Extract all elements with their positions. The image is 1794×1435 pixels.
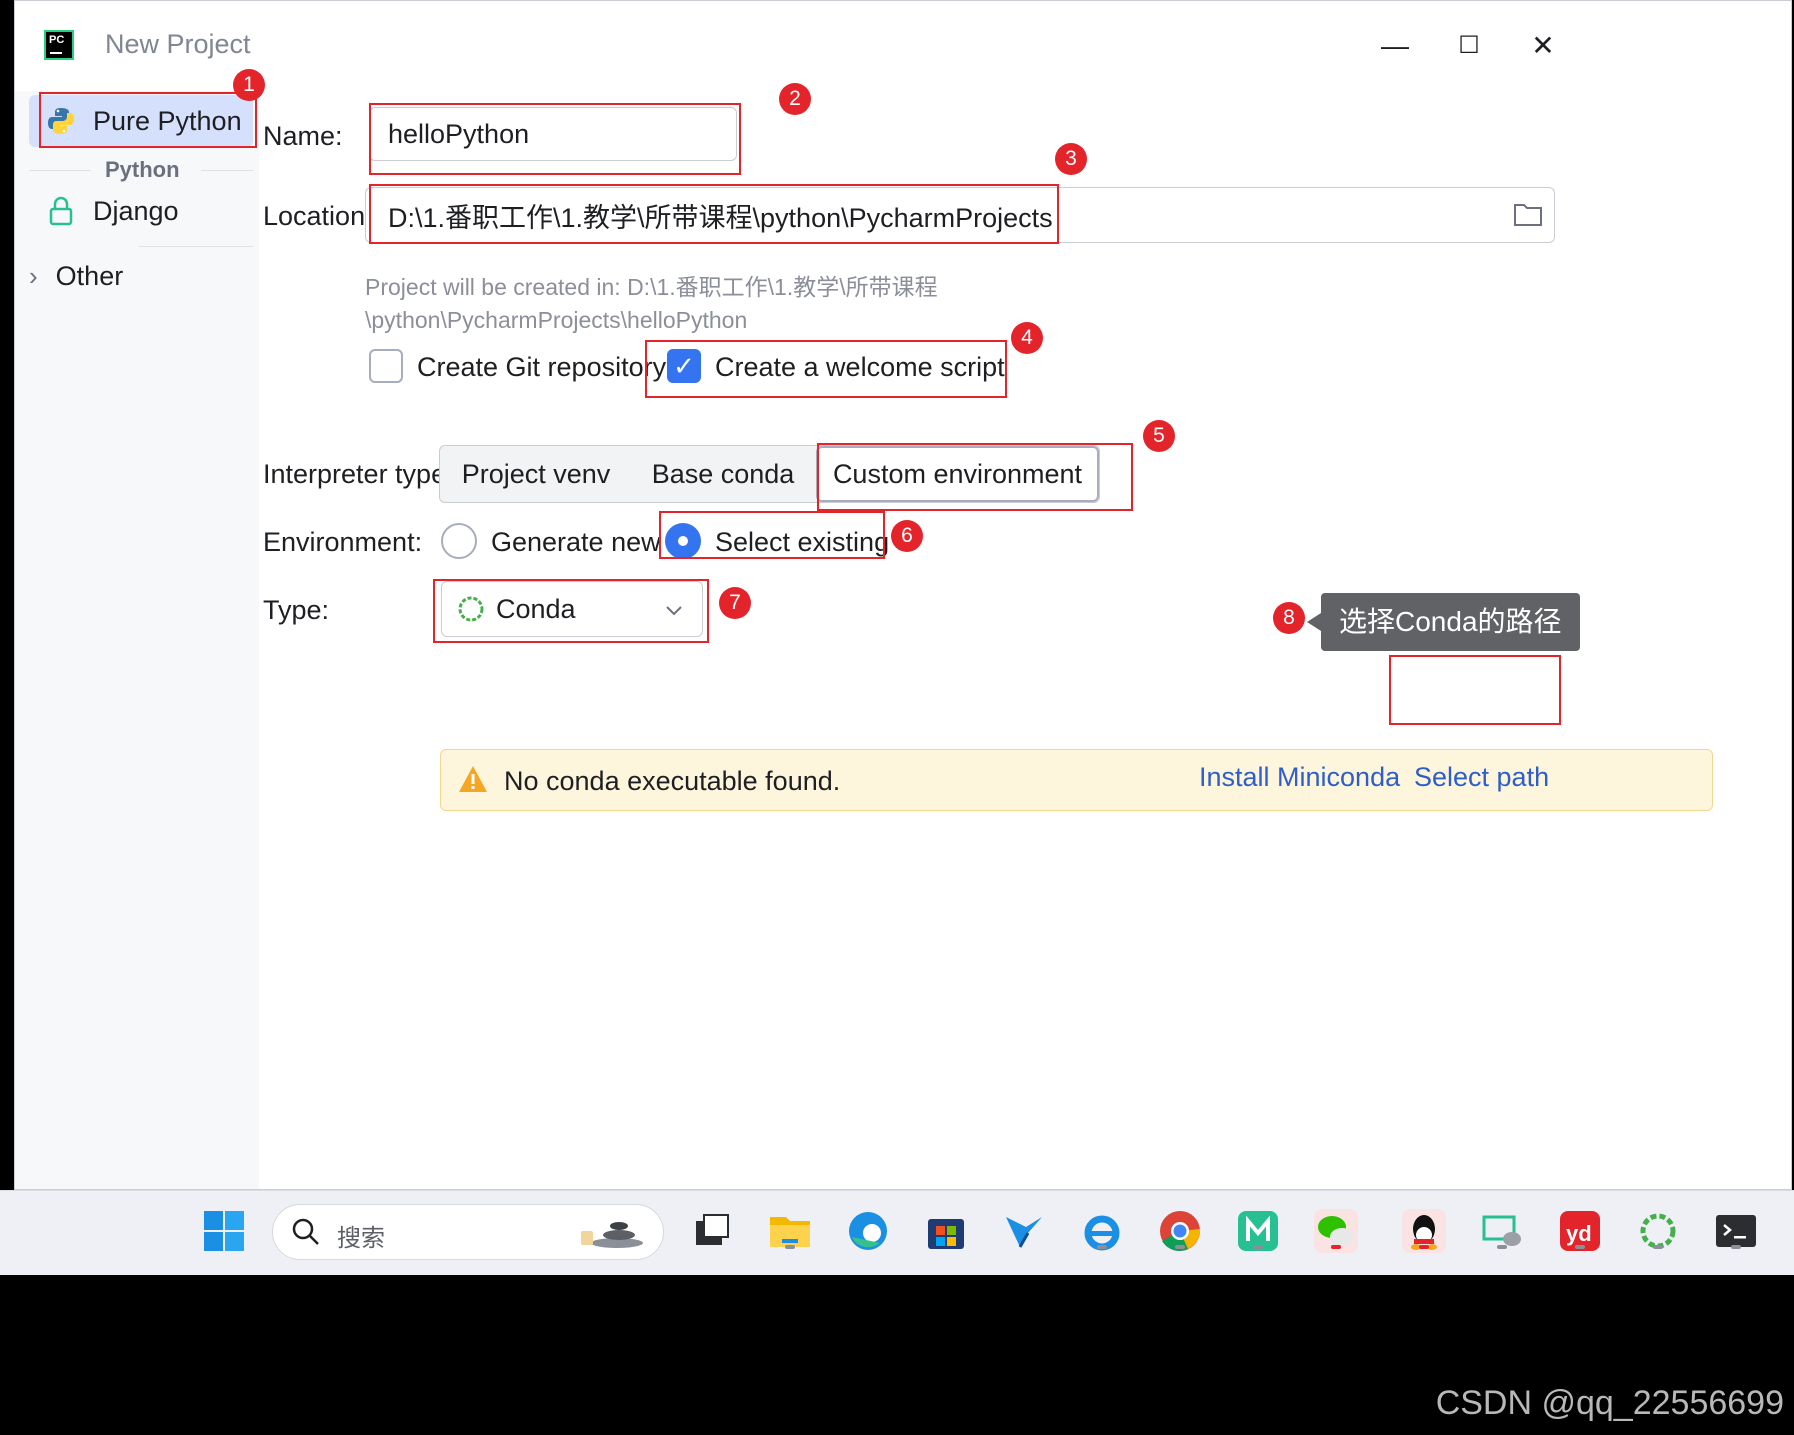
sidebar-item-label: Other xyxy=(55,261,124,291)
running-indicator xyxy=(1253,1245,1263,1249)
sidebar-item-django[interactable]: Django xyxy=(29,185,253,237)
remote-icon[interactable] xyxy=(1480,1209,1524,1253)
group-divider xyxy=(201,170,253,171)
windows-taskbar: 搜索 yd xyxy=(0,1190,1794,1275)
sidebar-item-label: Django xyxy=(93,195,179,226)
annotation-badge-8: 8 xyxy=(1273,602,1305,634)
running-indicator xyxy=(1175,1245,1185,1249)
running-indicator xyxy=(1575,1245,1585,1249)
window-title: New Project xyxy=(105,29,251,59)
generate-new-label: Generate new xyxy=(491,527,661,557)
running-indicator xyxy=(1331,1245,1341,1249)
pycharm-conda-icon[interactable] xyxy=(1636,1209,1680,1253)
miro-icon[interactable] xyxy=(1236,1209,1280,1253)
youdao-icon[interactable]: yd xyxy=(1558,1209,1602,1253)
running-indicator xyxy=(1731,1245,1741,1249)
sidebar-group-label: Python xyxy=(105,157,180,182)
search-placeholder: 搜索 xyxy=(337,1225,385,1252)
ie-icon[interactable] xyxy=(1080,1209,1124,1253)
create-git-label: Create Git repository xyxy=(417,352,667,382)
tab-base-conda[interactable]: Base conda xyxy=(632,446,814,502)
annotation-badge-4: 4 xyxy=(1011,322,1043,354)
project-path-hint: Project will be created in: D:\1.番职工作\1.… xyxy=(365,274,938,333)
tab-project-venv[interactable]: Project venv xyxy=(440,446,632,502)
windows-start-icon[interactable] xyxy=(202,1209,246,1253)
annotation-badge-3: 3 xyxy=(1055,143,1087,175)
django-lock-icon xyxy=(43,193,79,229)
interpreter-type-label: Interpreter type: xyxy=(263,459,454,489)
generate-new-radio[interactable] xyxy=(441,523,477,559)
new-project-window: PC New Project — ☐ ✕ Pure Python Python xyxy=(14,0,1792,1190)
sidebar-group-other[interactable]: › Other xyxy=(29,261,123,292)
annotation-badge-6: 6 xyxy=(891,520,923,552)
svg-text:yd: yd xyxy=(1566,1221,1592,1246)
vscode-like-icon[interactable] xyxy=(1002,1209,1046,1253)
warning-icon xyxy=(457,764,489,799)
annotation-box-8 xyxy=(1389,655,1561,725)
select-path-link[interactable]: Select path xyxy=(1414,762,1549,793)
task-view-icon[interactable] xyxy=(690,1209,734,1253)
annotation-box-2 xyxy=(369,103,741,175)
wechat-icon[interactable] xyxy=(1314,1209,1358,1253)
annotation-box-6 xyxy=(659,511,885,559)
store-icon[interactable] xyxy=(924,1209,968,1253)
search-icon xyxy=(291,1217,321,1252)
group-divider xyxy=(139,246,253,247)
taskbar-search[interactable]: 搜索 xyxy=(272,1204,664,1260)
running-indicator xyxy=(1497,1245,1507,1249)
annotation-box-5 xyxy=(817,443,1133,511)
running-indicator xyxy=(1097,1245,1107,1249)
running-indicator xyxy=(1653,1245,1663,1249)
annotation-badge-5: 5 xyxy=(1143,420,1175,452)
running-indicator xyxy=(1419,1245,1429,1249)
annotation-badge-7: 7 xyxy=(719,587,751,619)
annotation-badge-2: 2 xyxy=(779,83,811,115)
group-divider xyxy=(29,170,91,171)
csdn-watermark: CSDN @qq_22556699 xyxy=(1435,1384,1784,1422)
close-button[interactable]: ✕ xyxy=(1513,21,1573,71)
file-explorer-icon[interactable] xyxy=(768,1209,812,1253)
create-git-checkbox[interactable] xyxy=(369,349,403,383)
project-type-sidebar: Pure Python Python Django › Other xyxy=(15,91,259,1189)
warning-text: No conda executable found. xyxy=(504,766,841,796)
minimize-button[interactable]: — xyxy=(1365,21,1425,71)
stones-decoration-icon xyxy=(575,1217,645,1254)
chevron-right-icon: › xyxy=(29,261,38,291)
folder-icon[interactable] xyxy=(1513,201,1543,232)
annotation-box-4 xyxy=(645,340,1007,398)
pycharm-logo-icon: PC xyxy=(44,30,74,60)
qq-icon[interactable] xyxy=(1402,1209,1446,1253)
annotation-tooltip: 选择Conda的路径 xyxy=(1307,593,1580,651)
annotation-box-7 xyxy=(433,579,709,643)
annotation-box-1 xyxy=(39,92,257,148)
chrome-icon[interactable] xyxy=(1158,1209,1202,1253)
install-miniconda-link[interactable]: Install Miniconda xyxy=(1199,762,1400,793)
edge-icon[interactable] xyxy=(846,1209,890,1253)
annotation-badge-1: 1 xyxy=(233,69,265,101)
annotation-box-3 xyxy=(369,184,1059,244)
title-bar: PC New Project — ☐ ✕ xyxy=(15,1,1791,91)
location-label: Location: xyxy=(263,201,373,231)
terminal-icon[interactable] xyxy=(1714,1209,1758,1253)
maximize-button[interactable]: ☐ xyxy=(1439,21,1499,71)
environment-label: Environment: xyxy=(263,527,423,557)
type-label: Type: xyxy=(263,595,330,625)
name-label: Name: xyxy=(263,121,343,151)
running-indicator xyxy=(785,1245,795,1249)
